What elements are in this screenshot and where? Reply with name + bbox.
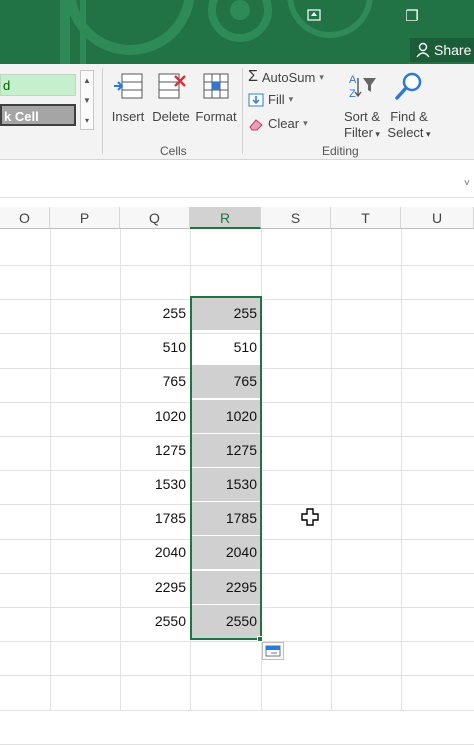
ribbon-display-options-button[interactable] [300,6,328,28]
fill-label: Fill [268,92,285,107]
cell-q[interactable]: 1530 [120,468,190,501]
more-styles-icon[interactable]: ▾ [81,111,93,131]
cells-group-label: Cells [160,144,187,158]
selected-range-border [190,296,262,640]
chevron-down-icon: ▾ [303,118,308,128]
insert-cells-icon [114,73,143,99]
delete-cells-icon [158,73,186,99]
fill-down-icon [248,93,264,106]
grid-line [0,709,474,711]
grid-line [0,265,474,266]
format-label: Format [195,109,237,124]
column-header-q[interactable]: Q [120,207,190,229]
formula-bar-area[interactable] [0,160,474,198]
ribbon-divider [242,68,243,154]
scroll-down-icon[interactable]: ▼ [81,91,93,111]
column-header-r[interactable]: R [190,207,261,229]
restore-window-button[interactable]: ❐ [398,6,426,28]
quick-analysis-button[interactable] [262,642,284,660]
cell-q[interactable]: 765 [120,365,190,398]
svg-text:A: A [349,74,357,86]
cross-cursor-icon [301,508,319,526]
cell-style-check-cell[interactable]: k Cell [0,104,76,126]
clear-button[interactable]: Clear ▾ [248,116,308,131]
sort-filter-label: Sort & Filter ▾ [343,109,381,140]
fill-button[interactable]: Fill ▾ [248,92,293,107]
sort-filter-button[interactable]: A Z Sort & Filter ▾ [340,70,384,142]
grid-line [0,641,474,643]
grid-line [0,675,474,677]
scroll-up-icon[interactable]: ▲ [81,71,93,91]
column-header-p[interactable]: P [50,207,120,229]
svg-text:Z: Z [349,88,356,100]
clear-label: Clear [268,116,300,131]
autosum-button[interactable]: Σ AutoSum ▾ [248,68,324,86]
ribbon-divider [102,68,103,154]
insert-label: Insert [111,109,145,124]
quick-analysis-icon [265,645,281,657]
share-label: Share [434,42,472,58]
column-header-u[interactable]: U [401,207,474,229]
delete-button[interactable]: Delete [150,70,192,124]
editing-group-label: Editing [322,144,359,158]
format-cells-icon [203,73,229,99]
chevron-down-icon: ▾ [319,71,324,82]
delete-label: Delete [152,109,190,124]
expand-formula-bar-icon[interactable]: ˅ [464,178,470,189]
column-header-s[interactable]: S [261,207,331,229]
sort-filter-line1: Sort & [343,109,381,124]
title-bar: ❐ Share [0,0,474,64]
column-header-t[interactable]: T [331,207,401,229]
cell-q[interactable]: 2550 [120,605,190,638]
cell-q[interactable]: 2295 [120,571,190,604]
insert-button[interactable]: Insert [108,70,148,124]
cell-q[interactable]: 510 [120,331,190,364]
cell-style-good[interactable]: d [0,74,76,96]
cell-q[interactable]: 2040 [120,536,190,569]
cell-q[interactable]: 1785 [120,502,190,535]
find-select-line1: Find & [390,109,428,124]
find-select-label: Find & Select ▾ [387,109,431,140]
find-select-line2: Select [387,125,424,140]
ribbon-display-icon [307,9,321,21]
restore-window-icon: ❐ [405,8,419,25]
sigma-icon: Σ [248,68,258,85]
cell-q[interactable]: 255 [120,297,190,330]
person-icon [416,42,430,58]
autosum-label: AutoSum [261,69,316,85]
find-select-button[interactable]: Find & Select ▾ [386,70,432,142]
eraser-icon [249,118,263,130]
ribbon: d k Cell ▲ ▼ ▾ Insert Delete Format Cell… [0,64,474,160]
cell-q[interactable]: 1275 [120,434,190,467]
chevron-down-icon: ▾ [288,94,294,104]
column-header-o[interactable]: O [0,207,50,229]
share-button[interactable]: Share [410,38,474,62]
sort-filter-icon: A Z [349,74,376,100]
magnifier-icon [395,72,422,100]
cell-q[interactable]: 1020 [120,400,190,433]
format-button[interactable]: Format [194,70,238,124]
styles-gallery-scroll[interactable]: ▲ ▼ ▾ [80,70,94,130]
sort-filter-line2: Filter [344,125,373,140]
